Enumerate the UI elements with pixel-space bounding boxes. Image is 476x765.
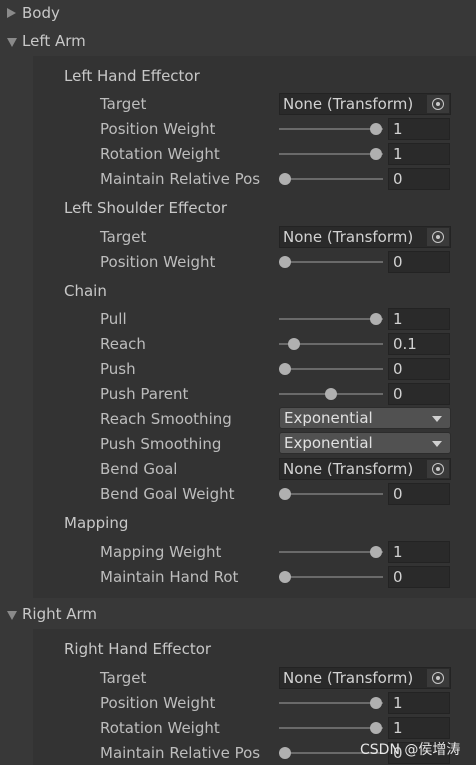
right-rotation-weight-slider-thumb[interactable] [370,722,382,734]
expanded-arrow-icon [7,38,17,47]
pull-slider-track[interactable] [279,318,383,320]
reach-field[interactable]: 0.1 [388,333,450,355]
rotation-weight-slider-thumb[interactable] [370,148,382,160]
mapping-weight-field[interactable]: 1 [388,541,450,563]
maintain-relative-pos-slider-thumb[interactable] [279,173,291,185]
target-label: Target [100,228,147,246]
rotation-weight-field[interactable]: 1 [388,143,450,165]
push-field[interactable]: 0 [388,358,450,380]
maintain-hand-rot-slider-thumb[interactable] [279,571,291,583]
bend-goal-field[interactable]: None (Transform) [279,458,451,480]
rotation-weight-slider-track[interactable] [279,153,383,155]
object-picker-icon[interactable] [427,228,449,246]
watermark: CSDN @侯增涛 [360,742,461,758]
object-picker-icon[interactable] [427,95,449,113]
shoulder-position-weight-slider-track[interactable] [279,261,383,263]
push-slider-thumb[interactable] [279,363,291,375]
left-hand-target-field[interactable]: None (Transform) [279,93,451,115]
pull-slider-thumb[interactable] [370,313,382,325]
object-picker-icon[interactable] [427,669,449,687]
right-position-weight-field[interactable]: 1 [388,692,450,714]
maintain-relative-pos-label: Maintain Relative Pos [100,170,261,188]
position-weight-slider-thumb[interactable] [370,123,382,135]
position-weight-slider-track[interactable] [279,128,383,130]
position-weight-label: Position Weight [100,694,216,712]
right-maintain-relative-pos-slider-thumb[interactable] [279,747,291,759]
shoulder-position-weight-field[interactable]: 0 [388,251,450,273]
position-weight-label: Position Weight [100,253,216,271]
right-position-weight-slider-thumb[interactable] [370,697,382,709]
right-hand-target-field[interactable]: None (Transform) [279,667,451,689]
position-weight-label: Position Weight [100,120,216,138]
dropdown-arrow-icon [432,416,442,422]
push-label: Push [100,360,136,378]
bend-goal-weight-label: Bend Goal Weight [100,485,235,503]
right-rotation-weight-slider-track[interactable] [279,727,383,729]
left-shoulder-effector-header: Left Shoulder Effector [64,199,228,217]
pull-field[interactable]: 1 [388,308,450,330]
bend-goal-weight-slider-track[interactable] [279,493,383,495]
left-hand-effector-header: Left Hand Effector [64,67,200,85]
pull-label: Pull [100,310,127,328]
reach-smoothing-dropdown[interactable]: Exponential [279,407,451,429]
rotation-weight-label: Rotation Weight [100,719,220,737]
maintain-relative-pos-slider-track[interactable] [279,178,383,180]
bend-goal-label: Bend Goal [100,460,178,478]
maintain-hand-rot-label: Maintain Hand Rot [100,568,239,586]
right-rotation-weight-field[interactable]: 1 [388,717,450,739]
maintain-relative-pos-label: Maintain Relative Pos [100,744,261,762]
target-label: Target [100,669,147,687]
rotation-weight-label: Rotation Weight [100,145,220,163]
mapping-header: Mapping [64,514,129,532]
maintain-hand-rot-field[interactable]: 0 [388,566,450,588]
reach-smoothing-label: Reach Smoothing [100,410,232,428]
object-picker-icon[interactable] [427,460,449,478]
push-smoothing-dropdown[interactable]: Exponential [279,432,451,454]
maintain-relative-pos-field[interactable]: 0 [388,168,450,190]
shoulder-position-weight-slider-thumb[interactable] [279,256,291,268]
left-shoulder-target-field[interactable]: None (Transform) [279,226,451,248]
dropdown-arrow-icon [432,441,442,447]
right-position-weight-slider-track[interactable] [279,702,383,704]
push-slider-track[interactable] [279,368,383,370]
mapping-weight-slider-thumb[interactable] [370,546,382,558]
push-parent-field[interactable]: 0 [388,383,450,405]
target-label: Target [100,95,147,113]
expanded-arrow-icon [7,611,17,620]
chain-header: Chain [64,282,107,300]
reach-label: Reach [100,335,146,353]
push-parent-slider-thumb[interactable] [324,388,337,400]
push-parent-label: Push Parent [100,385,189,403]
maintain-hand-rot-slider-track[interactable] [279,576,383,578]
bend-goal-weight-field[interactable]: 0 [388,483,450,505]
collapsed-arrow-icon [7,8,16,18]
reach-slider-thumb[interactable] [288,338,301,350]
push-smoothing-label: Push Smoothing [100,435,222,453]
mapping-weight-label: Mapping Weight [100,543,222,561]
mapping-weight-slider-track[interactable] [279,551,383,553]
position-weight-field[interactable]: 1 [388,118,450,140]
right-hand-effector-header: Right Hand Effector [64,640,212,658]
bend-goal-weight-slider-thumb[interactable] [279,488,291,500]
